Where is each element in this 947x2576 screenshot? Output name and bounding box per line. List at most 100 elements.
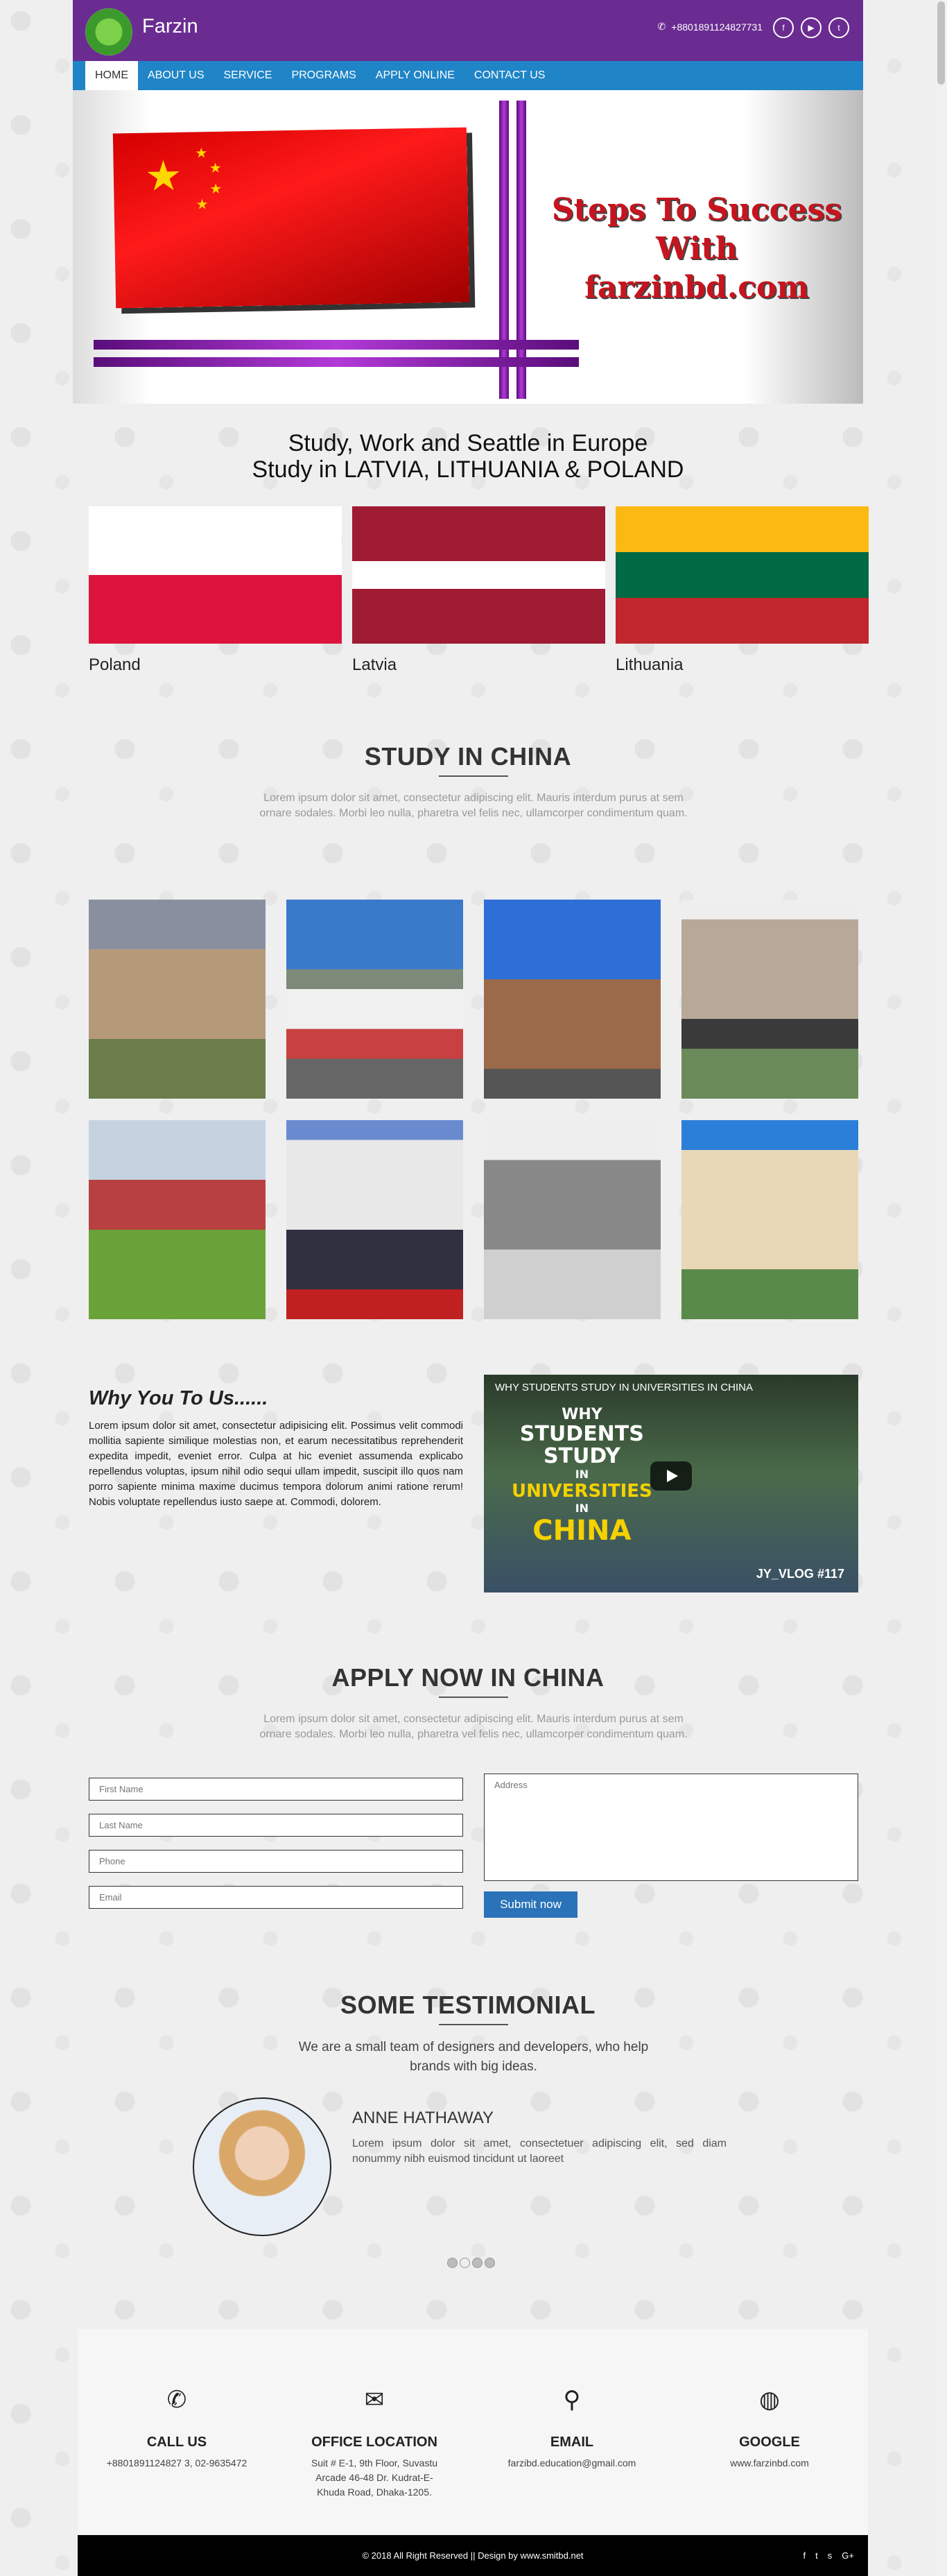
latvia-flag[interactable] bbox=[352, 506, 605, 644]
vt5: UNIVERSITIES bbox=[512, 1481, 652, 1502]
carousel-dots bbox=[447, 2258, 495, 2268]
play-button[interactable] bbox=[650, 1461, 692, 1491]
bottom-socials: f t s G+ bbox=[803, 2550, 854, 2561]
avatar bbox=[193, 2097, 331, 2236]
decor-bar bbox=[516, 101, 526, 399]
google-plus-icon[interactable]: G+ bbox=[842, 2550, 854, 2561]
globe-icon: ◍ bbox=[759, 2387, 780, 2413]
header-contact: ✆ +8801891124827731 bbox=[658, 21, 763, 33]
nav-about[interactable]: ABOUT US bbox=[138, 61, 214, 90]
china-flag-image: ★ ★ ★ ★ ★ bbox=[112, 127, 470, 309]
google-text[interactable]: www.farzinbd.com bbox=[676, 2456, 863, 2471]
apply-title: APPLY NOW IN CHINA bbox=[331, 1663, 605, 1692]
carousel-dot[interactable] bbox=[472, 2258, 483, 2268]
europe-heading: Study, Work and Seattle in Europe Study … bbox=[73, 430, 863, 483]
star-icon: ★ bbox=[195, 146, 208, 162]
star-icon: ★ bbox=[144, 152, 183, 200]
poland-caption: Poland bbox=[89, 655, 141, 674]
vt2: STUDENTS bbox=[519, 1422, 644, 1446]
europe-line2: Study in LATVIA, LITHUANIA & POLAND bbox=[252, 456, 684, 483]
scrollbar[interactable] bbox=[935, 0, 947, 2576]
vt6: IN bbox=[575, 1502, 589, 1515]
hero-slogan: Steps To Success With farzinbd.com bbox=[544, 191, 849, 307]
europe-line1: Study, Work and Seattle in Europe bbox=[288, 430, 648, 456]
call-text: +8801891124827 3, 02-9635472 bbox=[106, 2457, 247, 2468]
nav-programs[interactable]: PROGRAMS bbox=[281, 61, 365, 90]
title-underline bbox=[439, 775, 508, 777]
university-photo[interactable] bbox=[286, 900, 463, 1099]
last-name-input[interactable] bbox=[89, 1814, 463, 1837]
star-icon: ★ bbox=[196, 197, 209, 213]
envelope-icon: ✉ bbox=[364, 2387, 385, 2413]
university-photo[interactable] bbox=[89, 1120, 266, 1319]
vt7: CHINA bbox=[532, 1515, 632, 1547]
facebook-icon[interactable]: f bbox=[773, 17, 794, 38]
university-photo[interactable] bbox=[484, 1120, 661, 1319]
phone-input[interactable] bbox=[89, 1850, 463, 1873]
copyright: © 2018 All Right Reserved || Design by w… bbox=[362, 2550, 584, 2561]
google-title: GOOGLE bbox=[739, 2435, 800, 2450]
video-thumbnail-text: WHY STUDENTS STUDY IN UNIVERSITIES IN CH… bbox=[512, 1406, 652, 1547]
nav-home[interactable]: HOME bbox=[85, 61, 138, 90]
submit-button[interactable]: Submit now bbox=[484, 1891, 577, 1918]
header-socials: f ▶ t bbox=[773, 17, 849, 38]
video-tag: JY_VLOG #117 bbox=[756, 1567, 844, 1581]
university-photo[interactable] bbox=[286, 1120, 463, 1319]
apply-subtitle: Lorem ipsum dolor sit amet, consectetur … bbox=[259, 1713, 688, 1740]
lithuania-flag[interactable] bbox=[616, 506, 869, 644]
why-text: Lorem ipsum dolor sit amet, consectetur … bbox=[89, 1420, 463, 1508]
first-name-input[interactable] bbox=[89, 1778, 463, 1801]
university-photo[interactable] bbox=[484, 900, 661, 1099]
bottom-bar: © 2018 All Right Reserved || Design by w… bbox=[78, 2535, 868, 2576]
carousel-dot[interactable] bbox=[447, 2258, 458, 2268]
testimonial-text: Lorem ipsum dolor sit amet, consectetuer… bbox=[352, 2138, 727, 2165]
brand-name[interactable]: Farzin bbox=[142, 15, 198, 38]
university-photo[interactable] bbox=[89, 900, 266, 1099]
address-textarea[interactable] bbox=[484, 1774, 858, 1881]
site-logo[interactable] bbox=[85, 8, 132, 55]
decor-bar bbox=[94, 357, 579, 367]
email-input[interactable] bbox=[89, 1886, 463, 1909]
lithuania-caption: Lithuania bbox=[616, 655, 684, 674]
star-icon: ★ bbox=[209, 181, 223, 198]
footer-google: ◍ GOOGLE www.farzinbd.com bbox=[676, 2386, 863, 2471]
testimonial-title: SOME TESTIMONIAL bbox=[340, 1991, 596, 2019]
email-text[interactable]: farzibd.education@gmail.com bbox=[478, 2456, 666, 2471]
title-underline bbox=[439, 2024, 508, 2025]
carousel-dot[interactable] bbox=[460, 2258, 470, 2268]
footer-call: ✆ CALL US +8801891124827 3, 02-9635472 bbox=[83, 2386, 270, 2471]
top-header: Farzin ✆ +8801891124827731 f ▶ t bbox=[73, 0, 863, 61]
star-icon: ★ bbox=[209, 160, 222, 177]
carousel-dot[interactable] bbox=[485, 2258, 495, 2268]
office-text: Suit # E-1, 9th Floor, Suvastu Arcade 46… bbox=[311, 2457, 438, 2498]
twitter-icon[interactable]: t bbox=[828, 17, 849, 38]
video-embed[interactable]: WHY STUDENTS STUDY IN UNIVERSITIES IN CH… bbox=[484, 1375, 858, 1592]
nav-apply[interactable]: APPLY ONLINE bbox=[366, 61, 464, 90]
study-title: STUDY IN CHINA bbox=[364, 742, 572, 771]
main-nav: HOME ABOUT US SERVICE PROGRAMS APPLY ONL… bbox=[73, 61, 863, 90]
hero-line2: With farzinbd.com bbox=[584, 231, 809, 305]
youtube-icon[interactable]: ▶ bbox=[801, 17, 822, 38]
study-subtitle: Lorem ipsum dolor sit amet, consectetur … bbox=[259, 792, 688, 819]
why-title: Why You To Us...... bbox=[89, 1387, 268, 1409]
vt1: WHY bbox=[562, 1406, 602, 1423]
hero-line1: Steps To Success bbox=[551, 192, 842, 227]
title-underline bbox=[439, 1697, 508, 1698]
footer-office: ✉ OFFICE LOCATION Suit # E-1, 9th Floor,… bbox=[281, 2386, 468, 2500]
poland-flag[interactable] bbox=[89, 506, 342, 644]
scrollbar-thumb[interactable] bbox=[937, 1, 945, 85]
facebook-icon[interactable]: f bbox=[803, 2550, 806, 2561]
header-phone: +8801891124827731 bbox=[671, 21, 763, 33]
skype-icon[interactable]: s bbox=[828, 2550, 833, 2561]
video-title[interactable]: WHY STUDENTS STUDY IN UNIVERSITIES IN CH… bbox=[495, 1382, 753, 1393]
latvia-caption: Latvia bbox=[352, 655, 397, 674]
testimonial-subtitle: We are a small team of designers and dev… bbox=[298, 2040, 649, 2074]
university-photo[interactable] bbox=[681, 900, 858, 1099]
vt3: STUDY bbox=[543, 1444, 620, 1468]
nav-service[interactable]: SERVICE bbox=[214, 61, 282, 90]
nav-contact[interactable]: CONTACT US bbox=[464, 61, 555, 90]
university-photo[interactable] bbox=[681, 1120, 858, 1319]
decor-bar bbox=[94, 340, 579, 350]
testimonial-name: ANNE HATHAWAY bbox=[352, 2109, 494, 2127]
twitter-icon[interactable]: t bbox=[815, 2550, 818, 2561]
